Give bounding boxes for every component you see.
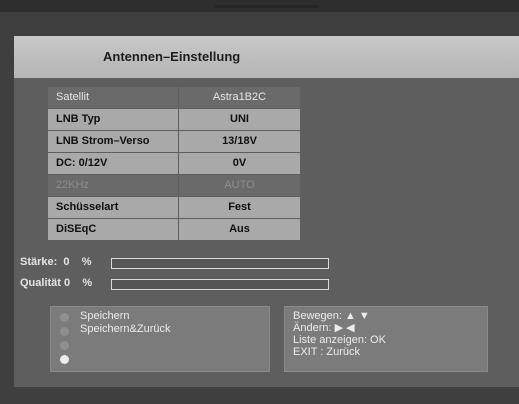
screen: Antennen–Einstellung Satellit Astra1B2C …: [0, 0, 519, 404]
quality-label: Qualität 0 %: [20, 277, 93, 289]
lnb-type-label: LNB Typ: [48, 109, 178, 130]
top-strip: [0, 0, 519, 12]
table-row-lnb-type[interactable]: LNB Typ UNI: [48, 109, 300, 130]
help-move: Bewegen: ▲ ▼: [293, 310, 370, 322]
table-row-lnb-power[interactable]: LNB Strom–Verso 13/18V: [48, 131, 300, 152]
title-bar: Antennen–Einstellung: [14, 36, 519, 78]
help-exit: EXIT : Zurück: [293, 346, 361, 358]
options-box: Speichern Speichern&Zurück: [50, 306, 270, 372]
strength-meter: [111, 258, 329, 269]
strength-label: Stärke: 0 %: [20, 256, 92, 268]
save-bullet-icon: [60, 313, 69, 322]
satellite-label: Satellit: [48, 87, 178, 108]
table-row-22khz: 22KHz AUTO: [48, 175, 300, 196]
dish-type-value[interactable]: Fest: [179, 197, 300, 218]
help-list: Liste anzeigen: OK: [293, 334, 386, 346]
table-row-satellite[interactable]: Satellit Astra1B2C: [48, 87, 300, 108]
22khz-label: 22KHz: [48, 175, 178, 196]
table-row-dc[interactable]: DC: 0/12V 0V: [48, 153, 300, 174]
diseqc-label: DiSEqC: [48, 219, 178, 240]
save-option[interactable]: Speichern: [80, 310, 130, 322]
help-box: Bewegen: ▲ ▼ Ändern: ▶ ◀ Liste anzeigen:…: [284, 306, 488, 372]
22khz-value: AUTO: [179, 175, 300, 196]
lnb-power-label: LNB Strom–Verso: [48, 131, 178, 152]
save-back-option[interactable]: Speichern&Zurück: [80, 323, 171, 335]
help-change: Ändern: ▶ ◀: [293, 322, 355, 334]
dc-label: DC: 0/12V: [48, 153, 178, 174]
lnb-power-value[interactable]: 13/18V: [179, 131, 300, 152]
dc-value[interactable]: 0V: [179, 153, 300, 174]
dish-type-label: Schüsselart: [48, 197, 178, 218]
table-row-diseqc[interactable]: DiSEqC Aus: [48, 219, 300, 240]
diseqc-value[interactable]: Aus: [179, 219, 300, 240]
lnb-type-value[interactable]: UNI: [179, 109, 300, 130]
table-row-dish-type[interactable]: Schüsselart Fest: [48, 197, 300, 218]
save-back-bullet-icon: [60, 327, 69, 336]
quality-meter: [111, 279, 329, 290]
settings-table: Satellit Astra1B2C LNB Typ UNI LNB Strom…: [48, 87, 300, 241]
selected-bullet-icon: [60, 355, 69, 364]
page-title: Antennen–Einstellung: [103, 49, 241, 64]
satellite-value[interactable]: Astra1B2C: [179, 87, 300, 108]
empty-bullet-icon: [60, 341, 69, 350]
